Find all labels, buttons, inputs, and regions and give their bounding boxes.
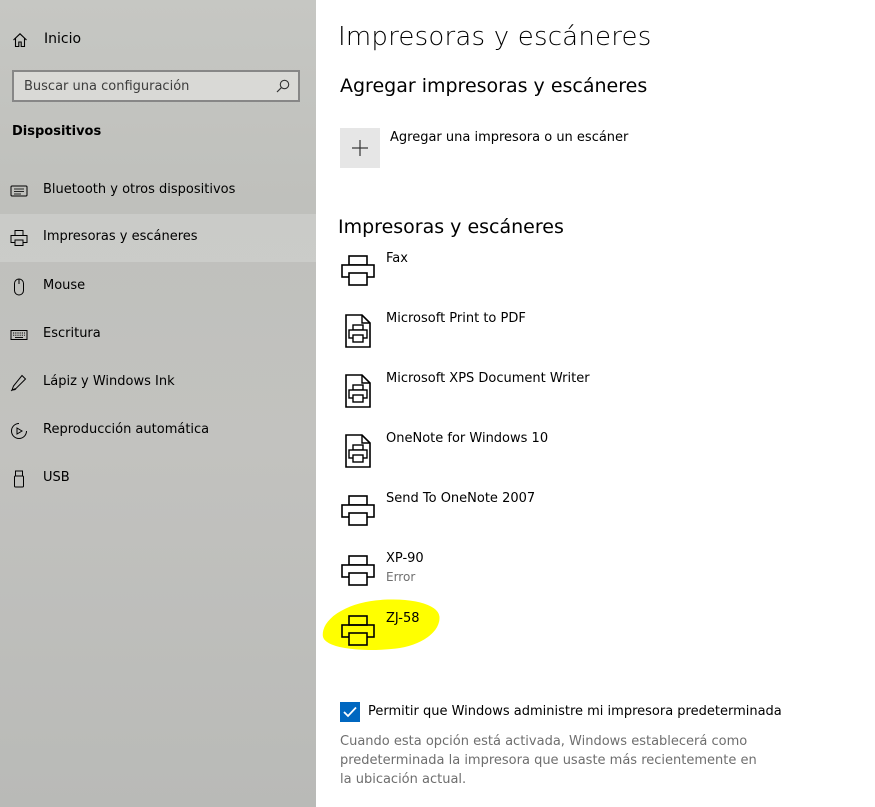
printer-item-onenote-2007[interactable]: Send To OneNote 2007 [336, 491, 856, 547]
printer-name: Microsoft XPS Document Writer [386, 371, 590, 386]
printer-status: Error [386, 570, 416, 584]
printer-icon [10, 230, 28, 246]
sidebar-item-pen[interactable]: Lápiz y Windows Ink [0, 359, 316, 407]
pen-icon [10, 374, 27, 392]
search-box[interactable] [12, 70, 300, 102]
plus-icon [352, 140, 368, 156]
printer-name: ZJ-58 [386, 611, 420, 626]
printer-item-xp90[interactable]: XP-90 Error [336, 551, 856, 607]
section-title: Dispositivos [12, 124, 102, 139]
sidebar-item-label: Bluetooth y otros dispositivos [43, 182, 236, 197]
sidebar-item-label: Impresoras y escáneres [43, 229, 198, 244]
search-icon[interactable] [276, 79, 290, 93]
sidebar-item-label: Mouse [43, 278, 86, 293]
printer-item-print-to-pdf[interactable]: Microsoft Print to PDF [336, 311, 856, 367]
search-input[interactable] [14, 72, 264, 100]
home-label: Inicio [44, 31, 82, 47]
page-title: Impresoras y escáneres [338, 22, 652, 52]
printer-name: Microsoft Print to PDF [386, 311, 526, 326]
sidebar-item-usb[interactable]: USB [0, 455, 316, 503]
printer-icon [341, 615, 375, 646]
document-printer-icon [345, 374, 371, 408]
sidebar-item-label: USB [43, 470, 70, 485]
sidebar: Inicio Dispositivos Bluetooth y otros di… [0, 0, 316, 807]
printer-name: XP-90 [386, 551, 424, 566]
document-printer-icon [345, 434, 371, 468]
sidebar-item-label: Lápiz y Windows Ink [43, 374, 175, 389]
printer-icon [341, 495, 375, 526]
add-printer-label[interactable]: Agregar una impresora o un escáner [390, 130, 628, 145]
sidebar-item-typing[interactable]: Escritura [0, 311, 316, 359]
bluetooth-devices-icon [10, 185, 28, 197]
printer-item-onenote-win10[interactable]: OneNote for Windows 10 [336, 431, 856, 487]
add-printer-button[interactable] [340, 128, 380, 168]
sidebar-item-mouse[interactable]: Mouse [0, 263, 316, 311]
sidebar-item-label: Reproducción automática [43, 422, 210, 437]
home-link[interactable]: Inicio [0, 22, 316, 58]
printer-item-fax[interactable]: Fax [336, 251, 856, 307]
home-icon [13, 33, 27, 48]
checkmark-icon [343, 706, 357, 718]
printer-name: Send To OneNote 2007 [386, 491, 536, 506]
sidebar-item-label: Escritura [43, 326, 101, 341]
printer-item-zj58[interactable]: ZJ-58 [336, 611, 856, 667]
keyboard-icon [10, 330, 28, 340]
mouse-icon [14, 278, 24, 296]
printer-icon [341, 555, 375, 586]
printers-list-title: Impresoras y escáneres [338, 216, 564, 238]
sidebar-item-bluetooth[interactable]: Bluetooth y otros dispositivos [0, 167, 316, 215]
printer-icon [341, 255, 375, 286]
sidebar-item-printers[interactable]: Impresoras y escáneres [0, 214, 316, 262]
default-printer-checkbox[interactable] [340, 702, 360, 722]
autoplay-icon [11, 423, 27, 439]
add-section-title: Agregar impresoras y escáneres [340, 75, 648, 97]
document-printer-icon [345, 314, 371, 348]
printer-item-xps-writer[interactable]: Microsoft XPS Document Writer [336, 371, 856, 427]
usb-icon [14, 470, 24, 488]
printer-name: OneNote for Windows 10 [386, 431, 549, 446]
printer-name: Fax [386, 251, 408, 266]
sidebar-item-autoplay[interactable]: Reproducción automática [0, 407, 316, 455]
default-printer-label[interactable]: Permitir que Windows administre mi impre… [368, 704, 782, 719]
